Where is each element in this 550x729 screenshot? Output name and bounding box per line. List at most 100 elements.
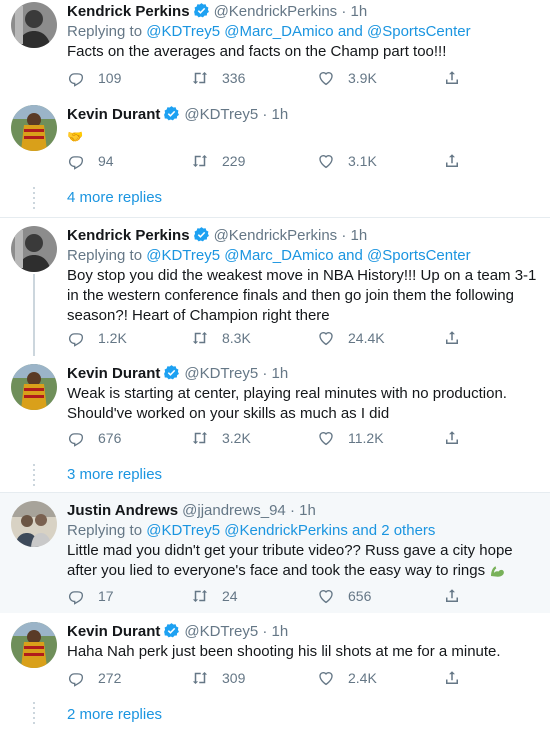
retweet-button[interactable]: 229 [191,151,245,171]
avatar[interactable] [11,364,57,410]
reply-icon [67,152,85,170]
reply-button[interactable]: 17 [67,586,114,606]
timestamp[interactable]: · 1h [341,227,367,244]
thread-dots [33,464,35,489]
verified-badge-icon [163,105,180,122]
like-count: 656 [348,588,372,604]
tweet-text: Little mad you didn't get your tribute v… [67,541,527,581]
share-button[interactable] [443,586,461,606]
thread-line [33,274,35,356]
handle[interactable]: @KDTrey5 [184,365,258,382]
handle[interactable]: @jjandrews_94 [182,502,286,519]
timestamp[interactable]: · 1h [262,365,288,382]
display-name[interactable]: Kendrick Perkins [67,3,190,20]
replying-to-users[interactable]: @KDTrey5 @KendrickPerkins and 2 others [146,522,435,539]
handle[interactable]: @KDTrey5 [184,623,258,640]
replying-to-users[interactable]: @KDTrey5 @Marc_DAmico and @SportsCenter [146,247,470,264]
reply-button[interactable]: 676 [67,428,121,448]
share-icon [443,69,461,87]
share-icon [443,152,461,170]
reply-icon [67,329,85,347]
reply-button[interactable]: 272 [67,668,121,688]
like-count: 3.9K [348,70,377,86]
like-button[interactable]: 3.9K [317,68,377,88]
like-button[interactable]: 11.2K [317,428,384,448]
reply-count: 94 [98,153,114,169]
handle[interactable]: @KendrickPerkins [214,3,338,20]
retweet-count: 24 [222,588,238,604]
retweet-count: 8.3K [222,330,251,346]
reply-button[interactable]: 1.2K [67,328,127,348]
timestamp[interactable]: · 1h [262,106,288,123]
replying-to-label: Replying to [67,247,143,264]
retweet-icon [191,669,209,687]
avatar[interactable] [11,105,57,151]
display-name[interactable]: Kendrick Perkins [67,227,190,244]
display-name[interactable]: Kevin Durant [67,365,160,382]
retweet-icon [191,152,209,170]
like-button[interactable]: 2.4K [317,668,377,688]
reply-button[interactable]: 109 [67,68,121,88]
avatar[interactable] [11,2,57,48]
display-name[interactable]: Kevin Durant [67,623,160,640]
tweet-text: Weak is starting at center, playing real… [67,385,507,422]
like-button[interactable]: 3.1K [317,151,377,171]
timestamp[interactable]: · 1h [262,623,288,640]
tweet[interactable]: Kevin Durant @KDTrey5 · 1h Weak is starti… [0,356,550,492]
more-replies-link[interactable]: 2 more replies [67,706,162,723]
retweet-icon [191,329,209,347]
handle[interactable]: @KDTrey5 [184,106,258,123]
tweet[interactable]: Kevin Durant @KDTrey5 · 1h 🤝 94 229 3.1K … [0,97,550,217]
verified-badge-icon [163,364,180,381]
share-button[interactable] [443,68,461,88]
avatar[interactable] [11,501,57,547]
like-icon [317,329,335,347]
like-count: 24.4K [348,330,385,346]
replying-to: Replying to @KDTrey5 @Marc_DAmico and @S… [67,246,540,266]
verified-badge-icon [163,622,180,639]
retweet-icon [191,587,209,605]
tweet[interactable]: Justin Andrews @jjandrews_94 · 1h Replyin… [0,493,550,613]
tweet-text: Facts on the averages and facts on the C… [67,43,447,60]
share-button[interactable] [443,428,461,448]
replying-to-users[interactable]: @KDTrey5 @Marc_DAmico and @SportsCenter [146,23,470,40]
reply-button[interactable]: 94 [67,151,114,171]
more-replies-link[interactable]: 3 more replies [67,466,162,483]
tweet[interactable]: Kendrick Perkins @KendrickPerkins · 1h Re… [0,218,550,356]
retweet-button[interactable]: 3.2K [191,428,251,448]
share-icon [443,429,461,447]
reply-count: 272 [98,670,122,686]
timestamp[interactable]: · 1h [341,3,367,20]
display-name[interactable]: Justin Andrews [67,502,178,519]
share-button[interactable] [443,328,461,348]
like-count: 11.2K [348,430,384,446]
tweet[interactable]: Kevin Durant @KDTrey5 · 1h Haha Nah perk … [0,614,550,729]
verified-badge-icon [193,226,210,243]
tweet[interactable]: Kendrick Perkins @KendrickPerkins · 1h Re… [0,0,550,97]
retweet-button[interactable]: 8.3K [191,328,251,348]
reply-icon [67,429,85,447]
reply-count: 109 [98,70,122,86]
like-icon [317,152,335,170]
share-button[interactable] [443,668,461,688]
thread-dots [33,187,35,212]
like-button[interactable]: 24.4K [317,328,385,348]
more-replies-link[interactable]: 4 more replies [67,189,162,206]
replying-to-label: Replying to [67,522,143,539]
bicep-emoji-icon [491,566,504,577]
tweet-text: Haha Nah perk just been shooting his lil… [67,643,501,660]
timestamp[interactable]: · 1h [290,502,316,519]
retweet-button[interactable]: 309 [191,668,245,688]
replying-to: Replying to @KDTrey5 @Marc_DAmico and @S… [67,22,540,42]
handle[interactable]: @KendrickPerkins [214,227,338,244]
share-button[interactable] [443,151,461,171]
retweet-button[interactable]: 336 [191,68,245,88]
avatar[interactable] [11,226,57,272]
display-name[interactable]: Kevin Durant [67,106,160,123]
avatar[interactable] [11,622,57,668]
replying-to-label: Replying to [67,23,143,40]
retweet-button[interactable]: 24 [191,586,238,606]
like-button[interactable]: 656 [317,586,371,606]
share-icon [443,587,461,605]
replying-to: Replying to @KDTrey5 @KendrickPerkins an… [67,521,540,541]
